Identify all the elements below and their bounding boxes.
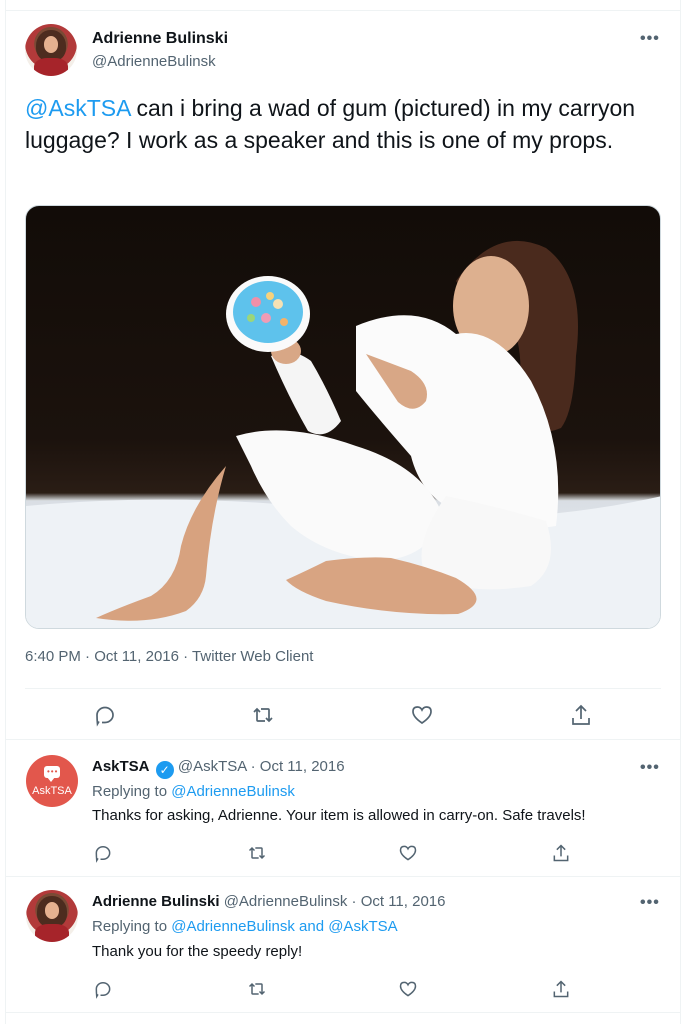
reply-date[interactable]: Oct 11, 2016 (361, 893, 446, 910)
chat-dots-icon: ••• (47, 767, 59, 776)
share-icon[interactable] (551, 979, 571, 999)
author-avatar[interactable] (26, 890, 78, 942)
tweet-timestamp[interactable]: 6:40 PM · Oct 11, 2016 · Twitter Web Cli… (25, 648, 313, 665)
photo-illustration (26, 240, 660, 628)
replying-to: Replying to @AdrienneBulinsk (92, 782, 295, 802)
replying-prefix: Replying to (92, 783, 172, 800)
tweet-photo[interactable] (25, 205, 661, 629)
divider (6, 739, 680, 740)
author-name[interactable]: Adrienne Bulinski (92, 30, 228, 48)
like-icon[interactable] (398, 843, 418, 863)
divider (6, 10, 680, 11)
replying-prefix: Replying to (92, 918, 172, 935)
reply-header: AskTSA ✓ @AskTSA · Oct 11, 2016 (92, 757, 345, 779)
separator: · (347, 893, 361, 910)
separator: · (246, 758, 260, 775)
more-icon[interactable]: ••• (640, 31, 660, 47)
tweet-thread: Adrienne Bulinski @AdrienneBulinsk ••• @… (5, 0, 681, 1024)
divider (6, 876, 680, 877)
retweet-icon[interactable] (251, 703, 275, 727)
replying-to: Replying to @AdrienneBulinsk and @AskTSA (92, 917, 398, 937)
avatar-label: AskTSA (32, 785, 72, 797)
replying-to-link[interactable]: @AdrienneBulinsk and @AskTSA (171, 918, 397, 935)
more-icon[interactable]: ••• (640, 895, 660, 911)
reply-text: Thank you for the speedy reply! (92, 943, 303, 960)
tweet-text: @AskTSA can i bring a wad of gum (pictur… (25, 92, 665, 156)
reply-date[interactable]: Oct 11, 2016 (260, 758, 345, 775)
reply-header: Adrienne Bulinski @AdrienneBulinsk · Oct… (92, 892, 445, 912)
reply-icon[interactable] (93, 843, 113, 863)
reply-author-handle[interactable]: @AdrienneBulinsk (224, 893, 348, 910)
share-icon[interactable] (551, 843, 571, 863)
like-icon[interactable] (398, 979, 418, 999)
verified-icon: ✓ (155, 761, 174, 779)
divider (6, 1012, 680, 1013)
divider (25, 688, 661, 689)
reply-author-name[interactable]: Adrienne Bulinski (92, 893, 220, 910)
mention-link[interactable]: @AskTSA (25, 95, 130, 121)
reply-icon[interactable] (93, 703, 117, 727)
reply-author-handle[interactable]: @AskTSA (178, 758, 247, 775)
author-avatar[interactable] (25, 24, 77, 76)
author-handle[interactable]: @AdrienneBulinsk (92, 53, 216, 70)
more-icon[interactable]: ••• (640, 760, 660, 776)
like-icon[interactable] (410, 703, 434, 727)
retweet-icon[interactable] (247, 843, 267, 863)
replying-to-link[interactable]: @AdrienneBulinsk (171, 783, 295, 800)
share-icon[interactable] (569, 703, 593, 727)
reply-author-name[interactable]: AskTSA (92, 758, 150, 775)
reply-icon[interactable] (93, 979, 113, 999)
reply-text: Thanks for asking, Adrienne. Your item i… (92, 807, 586, 824)
retweet-icon[interactable] (247, 979, 267, 999)
asktsa-avatar[interactable]: ••• AskTSA (26, 755, 78, 807)
